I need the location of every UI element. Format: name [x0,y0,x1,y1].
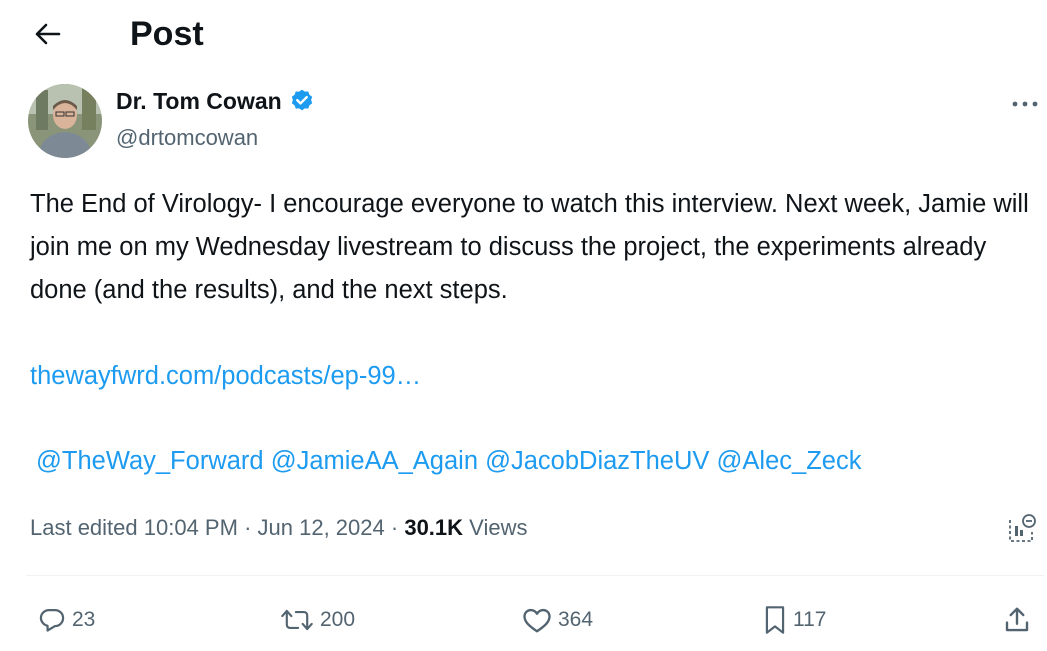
divider [26,575,1044,576]
page-title: Post [130,15,204,53]
meta-separator: · [244,515,252,540]
reply-count: 23 [72,608,96,631]
back-button[interactable] [26,14,70,54]
repost-button[interactable]: 200 [280,600,355,640]
post-header: Post [0,0,1047,70]
author-display-name: Dr. Tom Cowan [116,88,282,114]
post-time[interactable]: 10:04 PM [144,515,238,540]
bookmark-icon [763,605,787,635]
mention-jacobdiaztheuv[interactable]: @JacobDiazTheUV [485,447,709,475]
avatar[interactable] [28,84,102,158]
analytics-icon [1007,512,1037,544]
verified-badge-icon [289,88,315,114]
analytics-button[interactable] [1002,508,1042,548]
tweet-text: The End of Virology- I encourage everyon… [30,190,1029,304]
bookmark-button[interactable]: 117 [763,600,826,640]
share-icon [1002,605,1032,635]
reply-icon [38,606,66,634]
more-horizontal-icon [1010,100,1040,108]
tweet-link[interactable]: thewayfwrd.com/podcasts/ep-99… [30,355,421,398]
heart-icon [522,606,552,634]
avatar-image [28,84,102,158]
repost-count: 200 [320,608,356,631]
mentions-line: @TheWay_Forward @JamieAA_Again @JacobDia… [36,440,861,483]
mention-jamieaa-again[interactable]: @JamieAA_Again [271,447,478,475]
post-date[interactable]: Jun 12, 2024 [258,515,385,540]
arrow-left-icon [35,23,61,45]
bookmark-count: 117 [793,608,827,631]
share-button[interactable] [1002,600,1032,640]
meta-separator: · [390,515,399,540]
like-button[interactable]: 364 [522,600,593,640]
more-options-button[interactable] [1002,90,1047,118]
mention-alec-zeck[interactable]: @Alec_Zeck [717,447,862,475]
like-count: 364 [558,608,594,631]
post-meta: Last edited 10:04 PM · Jun 12, 2024 · 30… [30,508,527,548]
mention-theway-forward[interactable]: @TheWay_Forward [36,447,264,475]
edited-label[interactable]: Last edited [30,515,138,540]
reply-button[interactable]: 23 [38,600,95,640]
repost-icon [280,606,314,634]
author-name[interactable]: Dr. Tom Cowan [116,86,315,116]
views-label: Views [469,515,528,540]
views-count: 30.1K [404,515,464,540]
author-handle[interactable]: @drtomcowan [116,123,258,153]
